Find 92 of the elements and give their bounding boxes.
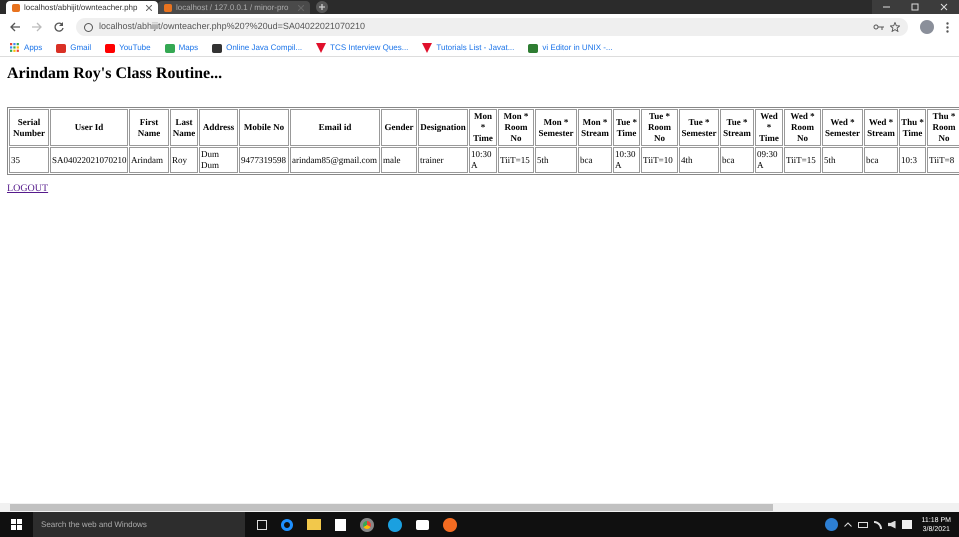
table-cell: Dum Dum: [199, 147, 238, 173]
back-icon[interactable]: [10, 22, 20, 32]
column-header: Mon * Time: [469, 109, 497, 146]
page-heading: Arindam Roy's Class Routine...: [7, 65, 224, 83]
column-header: Mobile No: [239, 109, 289, 146]
column-header: First Name: [129, 109, 169, 146]
menu-icon[interactable]: [946, 22, 949, 32]
table-cell: Arindam: [129, 147, 169, 173]
site-icon: [105, 44, 116, 52]
url-text: localhost/abhijit/ownteacher.php%20?%20ud=SA04022021070210: [99, 20, 365, 34]
triangle-logo-icon: [422, 43, 432, 53]
column-header: Email id: [290, 109, 380, 146]
bookmark-link[interactable]: Online Java Compil...: [226, 42, 302, 54]
table-cell: trainer: [418, 147, 468, 173]
table-cell: TiiT=10: [641, 147, 678, 173]
table-cell: 4th: [679, 147, 719, 173]
wifi-icon[interactable]: [874, 520, 882, 528]
browser-tab[interactable]: localhost / 127.0.0.1 / minor-pro: [158, 1, 310, 14]
column-header: Wed * Stream: [864, 109, 898, 146]
apps-grid-icon: [10, 43, 20, 53]
table-cell: bca: [720, 147, 754, 173]
column-header: Thu * Time: [899, 109, 926, 146]
avatar-icon[interactable]: [920, 20, 934, 34]
close-icon[interactable]: [930, 0, 959, 14]
column-header: Tue * Semester: [679, 109, 719, 146]
column-header: Tue * Room No: [641, 109, 678, 146]
table-cell: 5th: [822, 147, 863, 173]
bookmark-link[interactable]: YouTube: [119, 42, 151, 54]
windows-logo-icon[interactable]: [11, 519, 22, 530]
site-icon: [164, 44, 175, 52]
table-cell: bca: [864, 147, 898, 173]
bookmark-link[interactable]: vi Editor in UNIX -...: [542, 42, 613, 54]
column-header: Mon * Semester: [535, 109, 577, 146]
column-header: Last Name: [170, 109, 198, 146]
tab-title: localhost/abhijit/ownteacher.php: [24, 2, 138, 14]
triangle-logo-icon: [316, 43, 326, 53]
logout-link[interactable]: LOGOUT: [7, 183, 48, 194]
table-cell: 5th: [535, 147, 577, 173]
table-cell: bca: [578, 147, 612, 173]
bookmark-link[interactable]: Tutorials List - Javat...: [436, 42, 514, 54]
tab-title: localhost / 127.0.0.1 / minor-pro: [176, 2, 290, 14]
bookmark-link[interactable]: Gmail: [70, 42, 92, 54]
key-icon[interactable]: [873, 24, 884, 30]
task-view-icon[interactable]: [257, 520, 267, 530]
site-icon: [528, 44, 538, 52]
column-header: Gender: [381, 109, 417, 146]
table-cell: TiiT=15: [784, 147, 821, 173]
table-cell: 35: [9, 147, 49, 173]
star-icon[interactable]: [890, 22, 900, 32]
search-placeholder: Search the web and Windows: [41, 518, 147, 530]
column-header: Thu * Room No: [927, 109, 959, 146]
column-header: User Id: [50, 109, 128, 146]
table-cell: 09:30 A: [755, 147, 783, 173]
column-header: Wed * Semester: [822, 109, 863, 146]
browser-tab[interactable]: localhost/abhijit/ownteacher.php: [6, 1, 158, 14]
table-cell: male: [381, 147, 417, 173]
tab-favicon-icon: [12, 4, 20, 12]
bookmark-link[interactable]: Apps: [24, 42, 42, 54]
table-cell: TiiT=8: [927, 147, 959, 173]
column-header: Address: [199, 109, 238, 146]
column-header: Mon * Stream: [578, 109, 612, 146]
bookmark-link[interactable]: Maps: [178, 42, 198, 54]
tab-favicon-icon: [164, 4, 172, 12]
column-header: Wed * Room No: [784, 109, 821, 146]
table-cell: Roy: [170, 147, 198, 173]
horizontal-scrollbar[interactable]: [0, 503, 959, 512]
bookmark-link[interactable]: TCS Interview Ques...: [330, 42, 408, 54]
column-header: Tue * Stream: [720, 109, 754, 146]
column-header: Serial Number: [9, 109, 49, 146]
browser-e-icon[interactable]: [281, 518, 293, 530]
chevron-up-icon[interactable]: [844, 522, 852, 527]
new-tab-icon[interactable]: [316, 1, 328, 13]
reload-icon[interactable]: [54, 22, 64, 32]
table-cell: SA04022021070210: [50, 147, 128, 173]
search-field[interactable]: Search the web and Windows: [33, 512, 245, 537]
close-icon[interactable]: [146, 4, 152, 10]
table-cell: 10:30 A: [469, 147, 497, 173]
table-cell: 10:3: [899, 147, 926, 173]
column-header: Wed * Time: [755, 109, 783, 146]
info-icon: [84, 22, 93, 32]
column-header: Mon * Room No: [498, 109, 534, 146]
table-cell: arindam85@gmail.com: [290, 147, 380, 173]
scrollbar-thumb[interactable]: [10, 504, 773, 511]
table-cell: 10:30 A: [613, 147, 640, 173]
site-icon: [56, 44, 66, 52]
column-header: Tue * Time: [613, 109, 640, 146]
site-icon: [212, 44, 222, 52]
table-cell: TiiT=15: [498, 147, 534, 173]
column-header: Designation: [418, 109, 468, 146]
address-bar[interactable]: localhost/abhijit/ownteacher.php%20?%20ud=SA04022021070210: [76, 18, 908, 36]
speaker-icon[interactable]: [888, 520, 896, 528]
table-cell: 9477319598: [239, 147, 289, 173]
